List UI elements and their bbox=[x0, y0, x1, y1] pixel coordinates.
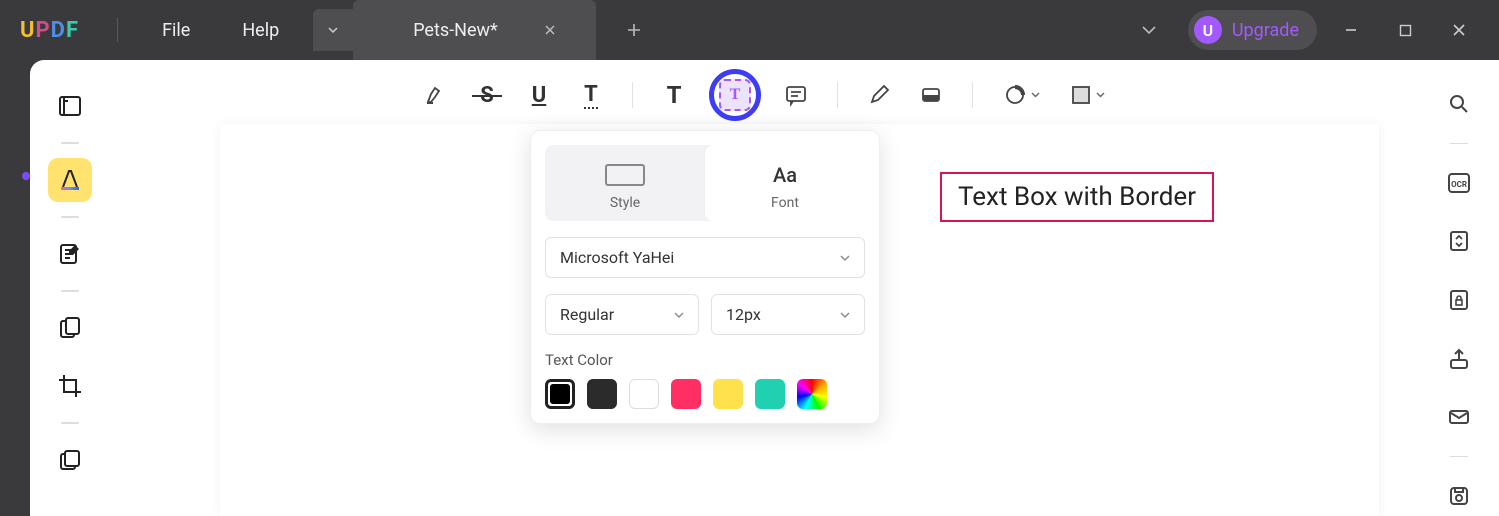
font-size-select[interactable]: 12px bbox=[711, 294, 865, 335]
sidebar-indicator-dot bbox=[22, 172, 30, 180]
sidebar-separator bbox=[61, 290, 79, 292]
font-family-value: Microsoft YaHei bbox=[560, 248, 674, 267]
color-swatch[interactable] bbox=[713, 379, 743, 409]
sidebar-comment-icon[interactable] bbox=[48, 158, 92, 202]
tool-strikethrough-icon[interactable]: S bbox=[470, 78, 504, 112]
font-weight-select[interactable]: Regular bbox=[545, 294, 699, 335]
sidebar-tools-icon[interactable] bbox=[48, 438, 92, 482]
sidebar-crop-icon[interactable] bbox=[48, 364, 92, 408]
format-toolbar: S U T T T bbox=[110, 60, 1419, 124]
window-maximize-icon[interactable] bbox=[1385, 14, 1425, 46]
color-swatch-selected[interactable] bbox=[545, 379, 575, 409]
tool-highlighter-icon[interactable] bbox=[418, 78, 452, 112]
app-logo: UPDF bbox=[20, 18, 79, 43]
tab-label: Pets-New* bbox=[413, 20, 498, 41]
tool-note-icon[interactable] bbox=[779, 78, 813, 112]
tab-active[interactable]: Pets-New* bbox=[353, 0, 596, 60]
tool-underline-icon[interactable]: U bbox=[522, 78, 556, 112]
titlebar-chevron-icon[interactable] bbox=[1124, 20, 1174, 41]
popup-tab-font-label: Font bbox=[705, 195, 865, 211]
textbox-glyph: T bbox=[730, 86, 741, 104]
sidebar-separator bbox=[1450, 143, 1468, 145]
save-icon[interactable] bbox=[1437, 475, 1481, 516]
window-minimize-icon[interactable] bbox=[1331, 14, 1371, 46]
tool-pencil-icon[interactable] bbox=[862, 78, 896, 112]
color-swatch[interactable] bbox=[671, 379, 701, 409]
color-picker-icon[interactable] bbox=[797, 379, 827, 409]
tool-shape-icon[interactable] bbox=[997, 78, 1045, 112]
chevron-down-icon bbox=[840, 312, 850, 318]
sidebar-reader-icon[interactable] bbox=[48, 84, 92, 128]
right-sidebar: OCR bbox=[1419, 60, 1499, 516]
toolbar-separator bbox=[837, 82, 838, 108]
chevron-down-icon bbox=[840, 255, 850, 261]
color-swatch[interactable] bbox=[587, 379, 617, 409]
popup-tab-style[interactable]: Style bbox=[545, 145, 705, 221]
sidebar-separator bbox=[1450, 456, 1468, 458]
toolbar-separator bbox=[972, 82, 973, 108]
svg-text:OCR: OCR bbox=[1451, 180, 1467, 189]
font-weight-value: Regular bbox=[560, 305, 614, 324]
sidebar-separator bbox=[61, 216, 79, 218]
protect-icon[interactable] bbox=[1437, 280, 1481, 321]
toolbar-separator bbox=[632, 82, 633, 108]
search-icon[interactable] bbox=[1437, 84, 1481, 125]
tab-new-icon[interactable] bbox=[626, 22, 642, 38]
text-color-label: Text Color bbox=[545, 351, 865, 369]
email-icon[interactable] bbox=[1437, 397, 1481, 438]
separator bbox=[117, 18, 118, 42]
text-glyph: T bbox=[667, 81, 682, 109]
tool-rect-icon[interactable] bbox=[1063, 78, 1111, 112]
sidebar-organize-icon[interactable] bbox=[48, 306, 92, 350]
squiggly-glyph: T bbox=[584, 82, 598, 109]
chevron-down-icon bbox=[674, 312, 684, 318]
tab-dropdown[interactable] bbox=[313, 9, 353, 51]
sidebar-separator bbox=[61, 142, 79, 144]
color-swatch[interactable] bbox=[629, 379, 659, 409]
color-swatch[interactable] bbox=[755, 379, 785, 409]
menu-file[interactable]: File bbox=[136, 14, 216, 47]
sidebar-separator bbox=[61, 422, 79, 424]
document-textbox[interactable]: Text Box with Border bbox=[940, 172, 1214, 222]
tool-squiggly-icon[interactable]: T bbox=[574, 78, 608, 112]
left-sidebar bbox=[30, 60, 110, 516]
share-icon[interactable] bbox=[1437, 338, 1481, 379]
sidebar-edit-icon[interactable] bbox=[48, 232, 92, 276]
convert-icon[interactable] bbox=[1437, 221, 1481, 262]
tab-close-icon[interactable] bbox=[544, 24, 556, 36]
window-close-icon[interactable] bbox=[1439, 14, 1479, 46]
tool-textbox-active[interactable]: T bbox=[709, 69, 761, 121]
upgrade-badge: U bbox=[1194, 16, 1222, 44]
style-rect-icon bbox=[605, 164, 645, 186]
textbox-properties-popup: Style Aa Font Microsoft YaHei Regular 12… bbox=[530, 130, 880, 424]
popup-tab-font[interactable]: Aa Font bbox=[705, 145, 865, 221]
tool-eraser-icon[interactable] bbox=[914, 78, 948, 112]
tool-text-icon[interactable]: T bbox=[657, 78, 691, 112]
font-family-select[interactable]: Microsoft YaHei bbox=[545, 237, 865, 278]
upgrade-label: Upgrade bbox=[1232, 20, 1299, 41]
upgrade-button[interactable]: U Upgrade bbox=[1188, 10, 1317, 50]
underline-glyph: U bbox=[532, 83, 547, 108]
ocr-icon[interactable]: OCR bbox=[1437, 162, 1481, 203]
menu-help[interactable]: Help bbox=[216, 14, 305, 47]
font-size-value: 12px bbox=[726, 305, 761, 324]
popup-tab-style-label: Style bbox=[545, 195, 705, 211]
